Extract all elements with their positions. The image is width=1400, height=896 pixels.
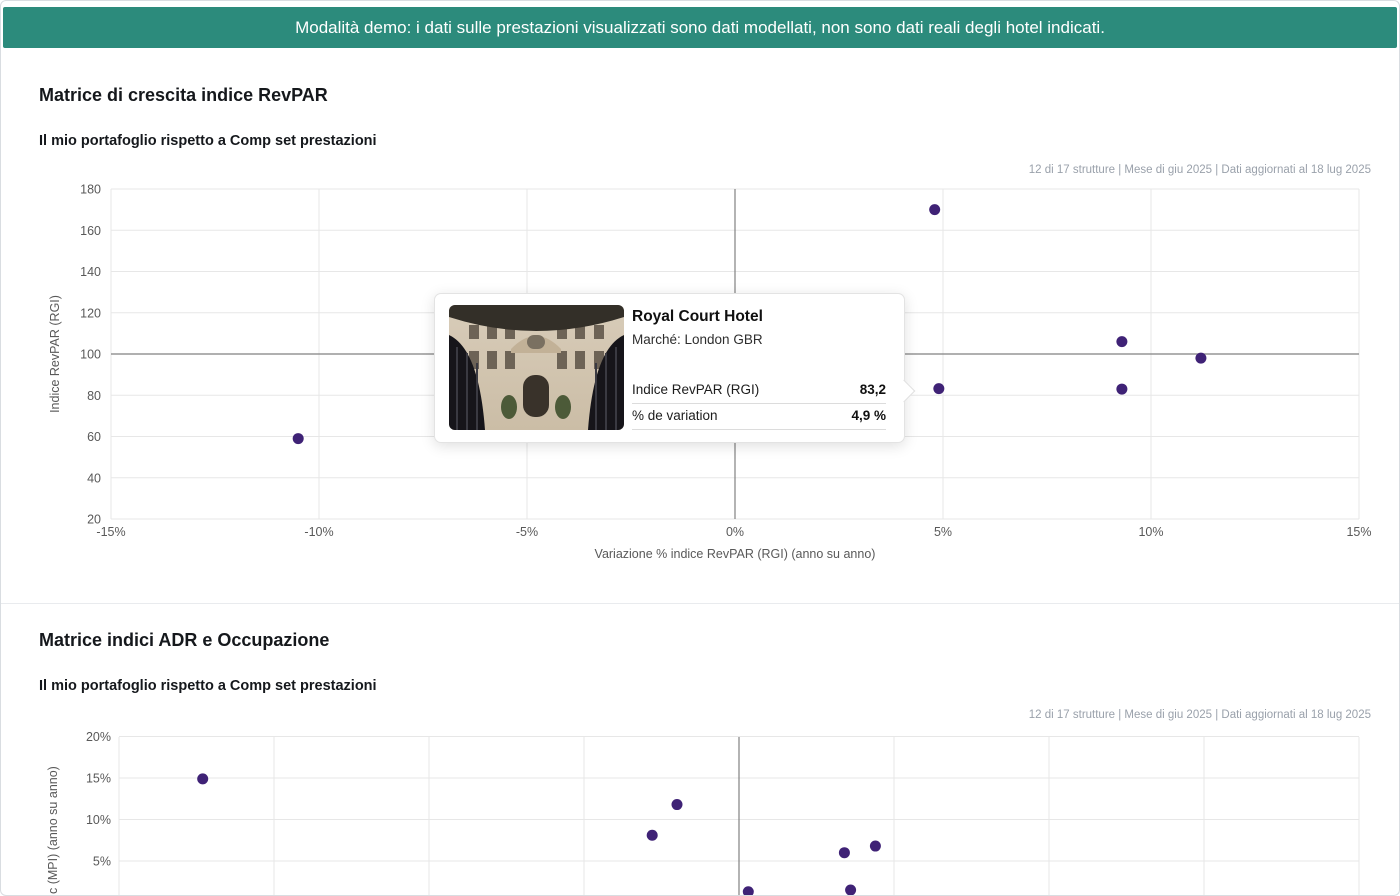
y-tick-label: 160 — [80, 224, 101, 238]
x-tick-label: 5% — [934, 525, 952, 539]
scatter-point[interactable] — [870, 841, 881, 852]
tooltip-metric-value: 83,2 — [860, 382, 886, 397]
scatter-point[interactable] — [1195, 353, 1206, 364]
page-container: Modalità demo: i dati sulle prestazioni … — [0, 0, 1400, 896]
scatter-point[interactable] — [1116, 336, 1127, 347]
section2-title: Matrice indici ADR e Occupazione — [39, 630, 329, 651]
section1-subtitle: Il mio portafoglio rispetto a Comp set p… — [39, 133, 377, 149]
hotel-facade-photo — [449, 305, 624, 430]
x-tick-label: -15% — [96, 525, 125, 539]
section1-title: Matrice di crescita indice RevPAR — [39, 85, 328, 106]
y-tick-label: 80 — [87, 389, 101, 403]
demo-mode-banner: Modalità demo: i dati sulle prestazioni … — [3, 7, 1397, 48]
x-axis-label: Variazione % indice RevPAR (RGI) (anno s… — [595, 547, 876, 561]
tooltip-metric-value: 4,9 % — [851, 408, 886, 423]
scatter-point[interactable] — [743, 886, 754, 896]
x-tick-label: -10% — [304, 525, 333, 539]
section1-meta: 12 di 17 strutture | Mese di giu 2025 | … — [1029, 164, 1371, 176]
x-tick-label: -5% — [516, 525, 538, 539]
tooltip-metrics: Indice RevPAR (RGI) 83,2 % de variation … — [632, 378, 886, 430]
tooltip-hotel-name: Royal Court Hotel — [632, 305, 886, 326]
y-axis-label: c (MPI) (anno su anno) — [46, 766, 60, 894]
x-tick-label: 0% — [726, 525, 744, 539]
y-tick-label: 120 — [80, 306, 101, 320]
scatter-point[interactable] — [839, 847, 850, 858]
scatter-point[interactable] — [647, 830, 658, 841]
tooltip-metric-label: % de variation — [632, 408, 718, 423]
y-tick-label: 5% — [93, 855, 111, 869]
y-tick-label: 100 — [80, 348, 101, 362]
y-axis-label: Indice RevPAR (RGI) — [48, 295, 62, 413]
y-tick-label: 10% — [86, 813, 111, 827]
tooltip-metric-label: Indice RevPAR (RGI) — [632, 382, 759, 397]
tooltip-metric-row: Indice RevPAR (RGI) 83,2 — [632, 378, 886, 404]
x-tick-label: 15% — [1346, 525, 1371, 539]
y-tick-label: 15% — [86, 772, 111, 786]
demo-mode-banner-text: Modalità demo: i dati sulle prestazioni … — [295, 18, 1105, 38]
tooltip-market: Marché: London GBR — [632, 332, 886, 347]
y-tick-label: 140 — [80, 265, 101, 279]
y-tick-label: 60 — [87, 430, 101, 444]
scatter-point[interactable] — [197, 773, 208, 784]
scatter-point[interactable] — [293, 433, 304, 444]
scatter-point[interactable] — [845, 885, 856, 896]
scatter-point[interactable] — [929, 204, 940, 215]
scatter-point-selected[interactable] — [933, 383, 944, 394]
hotel-facade-illustration — [449, 305, 624, 430]
x-tick-label: 10% — [1138, 525, 1163, 539]
y-tick-label: 180 — [80, 183, 101, 197]
section2-subtitle: Il mio portafoglio rispetto a Comp set p… — [39, 678, 377, 694]
section-divider — [1, 603, 1399, 604]
scatter-point[interactable] — [1116, 384, 1127, 395]
hotel-tooltip: Royal Court Hotel Marché: London GBR Ind… — [434, 293, 905, 443]
y-tick-label: 40 — [87, 471, 101, 485]
tooltip-metric-row: % de variation 4,9 % — [632, 404, 886, 430]
scatter-point[interactable] — [672, 799, 683, 810]
y-tick-label: 20% — [86, 730, 111, 744]
adr-occupancy-scatter-chart: 20% 15% 10% 5% c (MPI) (anno su anno) — [1, 701, 1400, 896]
